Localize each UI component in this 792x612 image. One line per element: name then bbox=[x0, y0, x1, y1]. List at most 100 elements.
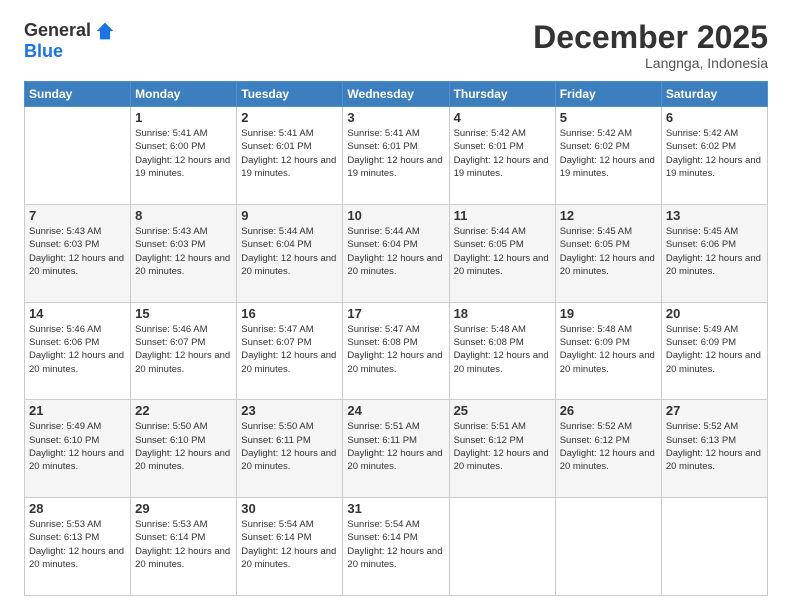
month-title: December 2025 bbox=[533, 20, 768, 55]
table-row: 10 Sunrise: 5:44 AMSunset: 6:04 PMDayligh… bbox=[343, 204, 449, 302]
day-info: Sunrise: 5:41 AMSunset: 6:01 PMDaylight:… bbox=[241, 127, 338, 180]
day-number: 15 bbox=[135, 306, 232, 321]
day-info: Sunrise: 5:51 AMSunset: 6:12 PMDaylight:… bbox=[454, 420, 551, 473]
day-number: 1 bbox=[135, 110, 232, 125]
day-info: Sunrise: 5:48 AMSunset: 6:08 PMDaylight:… bbox=[454, 323, 551, 376]
day-info: Sunrise: 5:46 AMSunset: 6:06 PMDaylight:… bbox=[29, 323, 126, 376]
day-number: 29 bbox=[135, 501, 232, 516]
day-number: 31 bbox=[347, 501, 444, 516]
table-row: 13Sunrise: 5:45 AMSunset: 6:06 PMDayligh… bbox=[661, 204, 767, 302]
day-info: Sunrise: 5:44 AMSunset: 6:04 PMDaylight:… bbox=[241, 225, 338, 278]
day-number: 19 bbox=[560, 306, 657, 321]
day-number: 7 bbox=[29, 208, 126, 223]
day-info: Sunrise: 5:47 AMSunset: 6:07 PMDaylight:… bbox=[241, 323, 338, 376]
day-number: 13 bbox=[666, 208, 763, 223]
page: General Blue December 2025 Langnga, Indo… bbox=[0, 0, 792, 612]
header-sunday: Sunday bbox=[25, 82, 131, 107]
table-row: 8 Sunrise: 5:43 AMSunset: 6:03 PMDaylight… bbox=[131, 204, 237, 302]
day-info: Sunrise: 5:42 AMSunset: 6:02 PMDaylight:… bbox=[666, 127, 763, 180]
table-row bbox=[555, 498, 661, 596]
day-info: Sunrise: 5:44 AMSunset: 6:04 PMDaylight:… bbox=[347, 225, 444, 278]
location: Langnga, Indonesia bbox=[533, 55, 768, 71]
table-row: 15 Sunrise: 5:46 AMSunset: 6:07 PMDayligh… bbox=[131, 302, 237, 400]
day-number: 22 bbox=[135, 403, 232, 418]
calendar-week-1: 1Sunrise: 5:41 AMSunset: 6:00 PMDaylight… bbox=[25, 107, 768, 205]
table-row: 25 Sunrise: 5:51 AMSunset: 6:12 PMDayligh… bbox=[449, 400, 555, 498]
logo-general-text: General bbox=[24, 20, 91, 41]
day-number: 5 bbox=[560, 110, 657, 125]
day-number: 11 bbox=[454, 208, 551, 223]
day-info: Sunrise: 5:50 AMSunset: 6:10 PMDaylight:… bbox=[135, 420, 232, 473]
day-info: Sunrise: 5:52 AMSunset: 6:12 PMDaylight:… bbox=[560, 420, 657, 473]
day-info: Sunrise: 5:53 AMSunset: 6:14 PMDaylight:… bbox=[135, 518, 232, 571]
day-info: Sunrise: 5:43 AMSunset: 6:03 PMDaylight:… bbox=[135, 225, 232, 278]
calendar-week-3: 14 Sunrise: 5:46 AMSunset: 6:06 PMDayligh… bbox=[25, 302, 768, 400]
day-info: Sunrise: 5:41 AMSunset: 6:01 PMDaylight:… bbox=[347, 127, 444, 180]
day-number: 27 bbox=[666, 403, 763, 418]
table-row: 6Sunrise: 5:42 AMSunset: 6:02 PMDaylight… bbox=[661, 107, 767, 205]
header-saturday: Saturday bbox=[661, 82, 767, 107]
day-number: 28 bbox=[29, 501, 126, 516]
day-info: Sunrise: 5:54 AMSunset: 6:14 PMDaylight:… bbox=[241, 518, 338, 571]
header-wednesday: Wednesday bbox=[343, 82, 449, 107]
table-row: 28 Sunrise: 5:53 AMSunset: 6:13 PMDayligh… bbox=[25, 498, 131, 596]
table-row: 17Sunrise: 5:47 AMSunset: 6:08 PMDayligh… bbox=[343, 302, 449, 400]
header-monday: Monday bbox=[131, 82, 237, 107]
table-row: 7 Sunrise: 5:43 AMSunset: 6:03 PMDaylight… bbox=[25, 204, 131, 302]
logo: General Blue bbox=[24, 20, 115, 62]
table-row: 20 Sunrise: 5:49 AMSunset: 6:09 PMDayligh… bbox=[661, 302, 767, 400]
day-number: 25 bbox=[454, 403, 551, 418]
table-row: 11 Sunrise: 5:44 AMSunset: 6:05 PMDayligh… bbox=[449, 204, 555, 302]
day-info: Sunrise: 5:43 AMSunset: 6:03 PMDaylight:… bbox=[29, 225, 126, 278]
table-row: 24Sunrise: 5:51 AMSunset: 6:11 PMDayligh… bbox=[343, 400, 449, 498]
day-number: 18 bbox=[454, 306, 551, 321]
table-row: 22 Sunrise: 5:50 AMSunset: 6:10 PMDayligh… bbox=[131, 400, 237, 498]
calendar-week-4: 21 Sunrise: 5:49 AMSunset: 6:10 PMDayligh… bbox=[25, 400, 768, 498]
day-number: 23 bbox=[241, 403, 338, 418]
table-row: 16 Sunrise: 5:47 AMSunset: 6:07 PMDayligh… bbox=[237, 302, 343, 400]
day-info: Sunrise: 5:45 AMSunset: 6:05 PMDaylight:… bbox=[560, 225, 657, 278]
day-number: 14 bbox=[29, 306, 126, 321]
table-row: 14 Sunrise: 5:46 AMSunset: 6:06 PMDayligh… bbox=[25, 302, 131, 400]
day-number: 12 bbox=[560, 208, 657, 223]
table-row: 3 Sunrise: 5:41 AMSunset: 6:01 PMDaylight… bbox=[343, 107, 449, 205]
day-number: 3 bbox=[347, 110, 444, 125]
day-info: Sunrise: 5:42 AMSunset: 6:01 PMDaylight:… bbox=[454, 127, 551, 180]
table-row: 23 Sunrise: 5:50 AMSunset: 6:11 PMDayligh… bbox=[237, 400, 343, 498]
table-row: 2Sunrise: 5:41 AMSunset: 6:01 PMDaylight… bbox=[237, 107, 343, 205]
header-thursday: Thursday bbox=[449, 82, 555, 107]
day-number: 8 bbox=[135, 208, 232, 223]
table-row: 26Sunrise: 5:52 AMSunset: 6:12 PMDayligh… bbox=[555, 400, 661, 498]
table-row: 9Sunrise: 5:44 AMSunset: 6:04 PMDaylight… bbox=[237, 204, 343, 302]
calendar-header-row: Sunday Monday Tuesday Wednesday Thursday… bbox=[25, 82, 768, 107]
day-info: Sunrise: 5:50 AMSunset: 6:11 PMDaylight:… bbox=[241, 420, 338, 473]
table-row: 12 Sunrise: 5:45 AMSunset: 6:05 PMDayligh… bbox=[555, 204, 661, 302]
table-row: 30Sunrise: 5:54 AMSunset: 6:14 PMDayligh… bbox=[237, 498, 343, 596]
calendar-week-5: 28 Sunrise: 5:53 AMSunset: 6:13 PMDayligh… bbox=[25, 498, 768, 596]
header-tuesday: Tuesday bbox=[237, 82, 343, 107]
day-info: Sunrise: 5:49 AMSunset: 6:09 PMDaylight:… bbox=[666, 323, 763, 376]
day-number: 24 bbox=[347, 403, 444, 418]
day-info: Sunrise: 5:46 AMSunset: 6:07 PMDaylight:… bbox=[135, 323, 232, 376]
table-row: 27 Sunrise: 5:52 AMSunset: 6:13 PMDayligh… bbox=[661, 400, 767, 498]
day-info: Sunrise: 5:44 AMSunset: 6:05 PMDaylight:… bbox=[454, 225, 551, 278]
day-number: 4 bbox=[454, 110, 551, 125]
table-row: 19Sunrise: 5:48 AMSunset: 6:09 PMDayligh… bbox=[555, 302, 661, 400]
table-row: 31 Sunrise: 5:54 AMSunset: 6:14 PMDayligh… bbox=[343, 498, 449, 596]
title-section: December 2025 Langnga, Indonesia bbox=[533, 20, 768, 71]
table-row bbox=[661, 498, 767, 596]
day-number: 10 bbox=[347, 208, 444, 223]
table-row: 5Sunrise: 5:42 AMSunset: 6:02 PMDaylight… bbox=[555, 107, 661, 205]
table-row: 1Sunrise: 5:41 AMSunset: 6:00 PMDaylight… bbox=[131, 107, 237, 205]
day-info: Sunrise: 5:53 AMSunset: 6:13 PMDaylight:… bbox=[29, 518, 126, 571]
logo-blue-text: Blue bbox=[24, 41, 63, 62]
table-row: 21 Sunrise: 5:49 AMSunset: 6:10 PMDayligh… bbox=[25, 400, 131, 498]
day-info: Sunrise: 5:49 AMSunset: 6:10 PMDaylight:… bbox=[29, 420, 126, 473]
day-info: Sunrise: 5:52 AMSunset: 6:13 PMDaylight:… bbox=[666, 420, 763, 473]
day-number: 16 bbox=[241, 306, 338, 321]
day-info: Sunrise: 5:54 AMSunset: 6:14 PMDaylight:… bbox=[347, 518, 444, 571]
table-row: 4 Sunrise: 5:42 AMSunset: 6:01 PMDaylight… bbox=[449, 107, 555, 205]
day-number: 17 bbox=[347, 306, 444, 321]
day-number: 20 bbox=[666, 306, 763, 321]
day-number: 21 bbox=[29, 403, 126, 418]
